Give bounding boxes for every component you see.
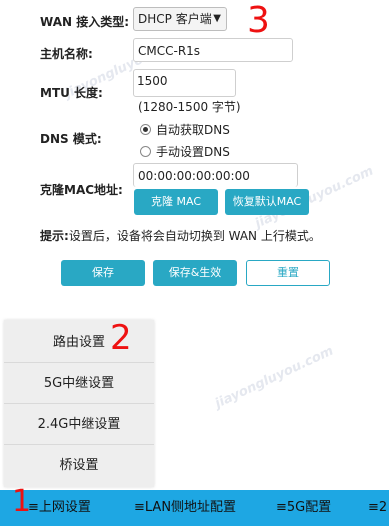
radio-checked-icon[interactable] xyxy=(140,124,151,135)
mac-input[interactable]: 00:00:00:00:00:00 xyxy=(133,163,298,187)
wan-type-select[interactable]: DHCP 客户端 ▼ xyxy=(133,7,227,31)
dns-auto-label: 自动获取DNS xyxy=(156,123,230,137)
reset-button[interactable]: 重置 xyxy=(246,260,330,286)
tab-lan-address[interactable]: ≡LAN侧地址配置 xyxy=(134,490,236,526)
mtu-hint: (1280-1500 字节) xyxy=(138,100,241,114)
mtu-input-border xyxy=(133,69,236,97)
save-apply-button[interactable]: 保存&生效 xyxy=(153,260,237,286)
watermark: jiayongluyou.com xyxy=(212,343,336,412)
dns-label: DNS 模式: xyxy=(40,132,102,146)
hostname-label: 主机名称: xyxy=(40,47,93,61)
note-text: 设置后，设备将会自动切换到 WAN 上行模式。 xyxy=(68,229,321,243)
menu-item-5g-repeater[interactable]: 5G中继设置 xyxy=(4,363,154,404)
dns-manual-option[interactable]: 手动设置DNS xyxy=(140,143,230,160)
note: 提示:设置后，设备将会自动切换到 WAN 上行模式。 xyxy=(40,227,321,244)
tab-internet-settings[interactable]: ≡上网设置 xyxy=(28,490,91,526)
annotation-2: 2 xyxy=(110,318,132,358)
tab-5g-config[interactable]: ≡5G配置 xyxy=(276,490,331,526)
clone-mac-button[interactable]: 克隆 MAC xyxy=(134,189,218,215)
hostname-input[interactable]: CMCC-R1s xyxy=(133,38,293,62)
menu-item-bridge[interactable]: 桥设置 xyxy=(4,445,154,486)
menu-item-24g-repeater[interactable]: 2.4G中继设置 xyxy=(4,404,154,445)
wan-type-label: WAN 接入类型: xyxy=(40,15,130,29)
note-label: 提示: xyxy=(40,229,69,243)
mtu-label: MTU 长度: xyxy=(40,86,103,100)
dns-auto-option[interactable]: 自动获取DNS xyxy=(140,121,230,138)
annotation-3: 3 xyxy=(247,0,270,41)
annotation-1: 1 xyxy=(12,484,32,519)
dropdown-arrow-icon: ▼ xyxy=(213,13,221,24)
restore-mac-button[interactable]: 恢复默认MAC xyxy=(225,189,309,215)
bottom-tab-bar: ≡上网设置 ≡LAN侧地址配置 ≡5G配置 ≡2 xyxy=(0,490,389,526)
clone-mac-label: 克隆MAC地址: xyxy=(40,183,123,197)
dns-manual-label: 手动设置DNS xyxy=(156,145,230,159)
tab-more[interactable]: ≡2 xyxy=(368,490,387,526)
radio-unchecked-icon[interactable] xyxy=(140,146,151,157)
save-button[interactable]: 保存 xyxy=(61,260,145,286)
wan-type-value: DHCP 客户端 xyxy=(138,12,212,26)
